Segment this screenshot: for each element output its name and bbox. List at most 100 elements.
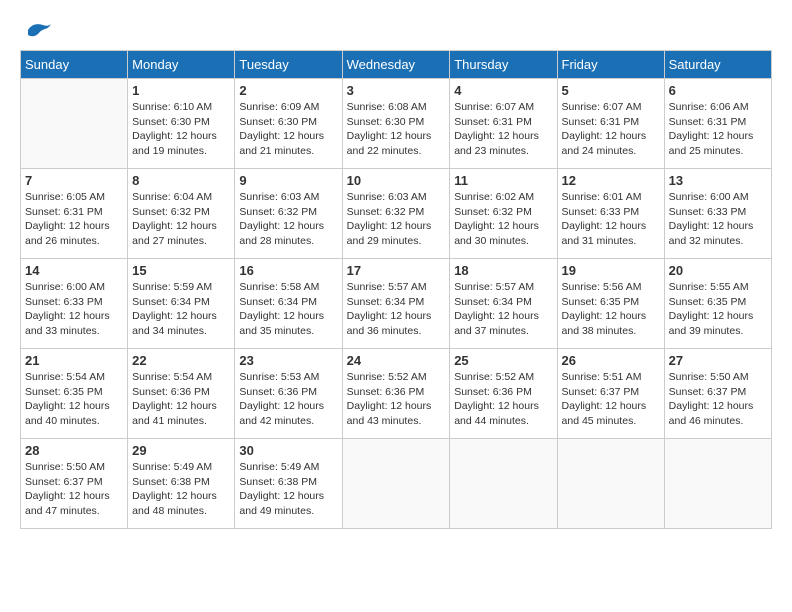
calendar-cell bbox=[21, 79, 128, 169]
calendar-header-sunday: Sunday bbox=[21, 51, 128, 79]
day-number: 14 bbox=[25, 263, 123, 278]
calendar-cell: 22 Sunrise: 5:54 AM Sunset: 6:36 PM Dayli… bbox=[128, 349, 235, 439]
day-info: Sunrise: 6:00 AM Sunset: 6:33 PM Dayligh… bbox=[25, 280, 123, 339]
calendar-header-tuesday: Tuesday bbox=[235, 51, 342, 79]
day-number: 2 bbox=[239, 83, 337, 98]
calendar-header-monday: Monday bbox=[128, 51, 235, 79]
calendar-cell: 1 Sunrise: 6:10 AM Sunset: 6:30 PM Daylig… bbox=[128, 79, 235, 169]
calendar-cell: 3 Sunrise: 6:08 AM Sunset: 6:30 PM Daylig… bbox=[342, 79, 450, 169]
calendar-week-row: 21 Sunrise: 5:54 AM Sunset: 6:35 PM Dayli… bbox=[21, 349, 772, 439]
day-info: Sunrise: 5:52 AM Sunset: 6:36 PM Dayligh… bbox=[454, 370, 552, 429]
day-number: 28 bbox=[25, 443, 123, 458]
day-info: Sunrise: 6:08 AM Sunset: 6:30 PM Dayligh… bbox=[347, 100, 446, 159]
day-number: 22 bbox=[132, 353, 230, 368]
day-info: Sunrise: 5:55 AM Sunset: 6:35 PM Dayligh… bbox=[669, 280, 767, 339]
calendar-week-row: 28 Sunrise: 5:50 AM Sunset: 6:37 PM Dayli… bbox=[21, 439, 772, 529]
day-number: 25 bbox=[454, 353, 552, 368]
day-info: Sunrise: 5:49 AM Sunset: 6:38 PM Dayligh… bbox=[132, 460, 230, 519]
day-number: 5 bbox=[562, 83, 660, 98]
day-info: Sunrise: 6:06 AM Sunset: 6:31 PM Dayligh… bbox=[669, 100, 767, 159]
day-info: Sunrise: 5:56 AM Sunset: 6:35 PM Dayligh… bbox=[562, 280, 660, 339]
day-number: 27 bbox=[669, 353, 767, 368]
day-info: Sunrise: 6:01 AM Sunset: 6:33 PM Dayligh… bbox=[562, 190, 660, 249]
calendar-header-row: SundayMondayTuesdayWednesdayThursdayFrid… bbox=[21, 51, 772, 79]
day-number: 6 bbox=[669, 83, 767, 98]
day-number: 26 bbox=[562, 353, 660, 368]
day-number: 11 bbox=[454, 173, 552, 188]
day-number: 13 bbox=[669, 173, 767, 188]
calendar-header-thursday: Thursday bbox=[450, 51, 557, 79]
day-number: 23 bbox=[239, 353, 337, 368]
day-number: 16 bbox=[239, 263, 337, 278]
calendar-cell: 6 Sunrise: 6:06 AM Sunset: 6:31 PM Daylig… bbox=[664, 79, 771, 169]
calendar-cell: 23 Sunrise: 5:53 AM Sunset: 6:36 PM Dayli… bbox=[235, 349, 342, 439]
day-number: 21 bbox=[25, 353, 123, 368]
day-number: 4 bbox=[454, 83, 552, 98]
calendar-cell: 17Sunrise: 5:57 AM Sunset: 6:34 PM Dayli… bbox=[342, 259, 450, 349]
day-number: 9 bbox=[239, 173, 337, 188]
calendar-cell: 15Sunrise: 5:59 AM Sunset: 6:34 PM Dayli… bbox=[128, 259, 235, 349]
day-info: Sunrise: 5:54 AM Sunset: 6:35 PM Dayligh… bbox=[25, 370, 123, 429]
day-number: 20 bbox=[669, 263, 767, 278]
day-number: 8 bbox=[132, 173, 230, 188]
logo-bird-icon bbox=[23, 20, 53, 40]
calendar-week-row: 14 Sunrise: 6:00 AM Sunset: 6:33 PM Dayli… bbox=[21, 259, 772, 349]
day-info: Sunrise: 5:57 AM Sunset: 6:34 PM Dayligh… bbox=[347, 280, 446, 339]
day-info: Sunrise: 6:10 AM Sunset: 6:30 PM Dayligh… bbox=[132, 100, 230, 159]
calendar-cell: 30Sunrise: 5:49 AM Sunset: 6:38 PM Dayli… bbox=[235, 439, 342, 529]
day-info: Sunrise: 5:50 AM Sunset: 6:37 PM Dayligh… bbox=[669, 370, 767, 429]
calendar-cell bbox=[664, 439, 771, 529]
calendar-cell: 2 Sunrise: 6:09 AM Sunset: 6:30 PM Daylig… bbox=[235, 79, 342, 169]
calendar-cell: 7Sunrise: 6:05 AM Sunset: 6:31 PM Daylig… bbox=[21, 169, 128, 259]
day-info: Sunrise: 6:09 AM Sunset: 6:30 PM Dayligh… bbox=[239, 100, 337, 159]
calendar-cell: 5 Sunrise: 6:07 AM Sunset: 6:31 PM Daylig… bbox=[557, 79, 664, 169]
day-number: 19 bbox=[562, 263, 660, 278]
calendar-cell: 20 Sunrise: 5:55 AM Sunset: 6:35 PM Dayli… bbox=[664, 259, 771, 349]
calendar-cell: 12Sunrise: 6:01 AM Sunset: 6:33 PM Dayli… bbox=[557, 169, 664, 259]
calendar-cell: 4 Sunrise: 6:07 AM Sunset: 6:31 PM Daylig… bbox=[450, 79, 557, 169]
calendar-cell: 14 Sunrise: 6:00 AM Sunset: 6:33 PM Dayli… bbox=[21, 259, 128, 349]
day-info: Sunrise: 6:03 AM Sunset: 6:32 PM Dayligh… bbox=[239, 190, 337, 249]
day-number: 1 bbox=[132, 83, 230, 98]
calendar-cell: 21 Sunrise: 5:54 AM Sunset: 6:35 PM Dayli… bbox=[21, 349, 128, 439]
calendar-cell: 29 Sunrise: 5:49 AM Sunset: 6:38 PM Dayli… bbox=[128, 439, 235, 529]
page-header bbox=[20, 20, 772, 40]
calendar-cell: 18Sunrise: 5:57 AM Sunset: 6:34 PM Dayli… bbox=[450, 259, 557, 349]
day-info: Sunrise: 6:02 AM Sunset: 6:32 PM Dayligh… bbox=[454, 190, 552, 249]
calendar-week-row: 7Sunrise: 6:05 AM Sunset: 6:31 PM Daylig… bbox=[21, 169, 772, 259]
calendar-cell bbox=[342, 439, 450, 529]
day-info: Sunrise: 5:54 AM Sunset: 6:36 PM Dayligh… bbox=[132, 370, 230, 429]
calendar-cell bbox=[450, 439, 557, 529]
day-info: Sunrise: 6:03 AM Sunset: 6:32 PM Dayligh… bbox=[347, 190, 446, 249]
day-info: Sunrise: 6:07 AM Sunset: 6:31 PM Dayligh… bbox=[562, 100, 660, 159]
calendar-cell: 10 Sunrise: 6:03 AM Sunset: 6:32 PM Dayli… bbox=[342, 169, 450, 259]
day-info: Sunrise: 5:58 AM Sunset: 6:34 PM Dayligh… bbox=[239, 280, 337, 339]
calendar-cell: 16 Sunrise: 5:58 AM Sunset: 6:34 PM Dayli… bbox=[235, 259, 342, 349]
day-info: Sunrise: 5:59 AM Sunset: 6:34 PM Dayligh… bbox=[132, 280, 230, 339]
day-info: Sunrise: 5:51 AM Sunset: 6:37 PM Dayligh… bbox=[562, 370, 660, 429]
calendar-cell: 24Sunrise: 5:52 AM Sunset: 6:36 PM Dayli… bbox=[342, 349, 450, 439]
calendar-cell: 8 Sunrise: 6:04 AM Sunset: 6:32 PM Daylig… bbox=[128, 169, 235, 259]
day-info: Sunrise: 5:53 AM Sunset: 6:36 PM Dayligh… bbox=[239, 370, 337, 429]
calendar-cell: 9 Sunrise: 6:03 AM Sunset: 6:32 PM Daylig… bbox=[235, 169, 342, 259]
calendar-week-row: 1 Sunrise: 6:10 AM Sunset: 6:30 PM Daylig… bbox=[21, 79, 772, 169]
day-number: 29 bbox=[132, 443, 230, 458]
day-info: Sunrise: 6:04 AM Sunset: 6:32 PM Dayligh… bbox=[132, 190, 230, 249]
day-number: 7 bbox=[25, 173, 123, 188]
day-number: 10 bbox=[347, 173, 446, 188]
calendar-table: SundayMondayTuesdayWednesdayThursdayFrid… bbox=[20, 50, 772, 529]
calendar-cell: 11 Sunrise: 6:02 AM Sunset: 6:32 PM Dayli… bbox=[450, 169, 557, 259]
day-number: 3 bbox=[347, 83, 446, 98]
calendar-cell: 26 Sunrise: 5:51 AM Sunset: 6:37 PM Dayli… bbox=[557, 349, 664, 439]
day-info: Sunrise: 6:00 AM Sunset: 6:33 PM Dayligh… bbox=[669, 190, 767, 249]
calendar-cell: 19 Sunrise: 5:56 AM Sunset: 6:35 PM Dayli… bbox=[557, 259, 664, 349]
day-info: Sunrise: 5:57 AM Sunset: 6:34 PM Dayligh… bbox=[454, 280, 552, 339]
calendar-header-saturday: Saturday bbox=[664, 51, 771, 79]
calendar-cell: 28 Sunrise: 5:50 AM Sunset: 6:37 PM Dayli… bbox=[21, 439, 128, 529]
day-number: 24 bbox=[347, 353, 446, 368]
calendar-header-wednesday: Wednesday bbox=[342, 51, 450, 79]
day-info: Sunrise: 5:50 AM Sunset: 6:37 PM Dayligh… bbox=[25, 460, 123, 519]
calendar-cell bbox=[557, 439, 664, 529]
day-info: Sunrise: 6:07 AM Sunset: 6:31 PM Dayligh… bbox=[454, 100, 552, 159]
calendar-cell: 25 Sunrise: 5:52 AM Sunset: 6:36 PM Dayli… bbox=[450, 349, 557, 439]
